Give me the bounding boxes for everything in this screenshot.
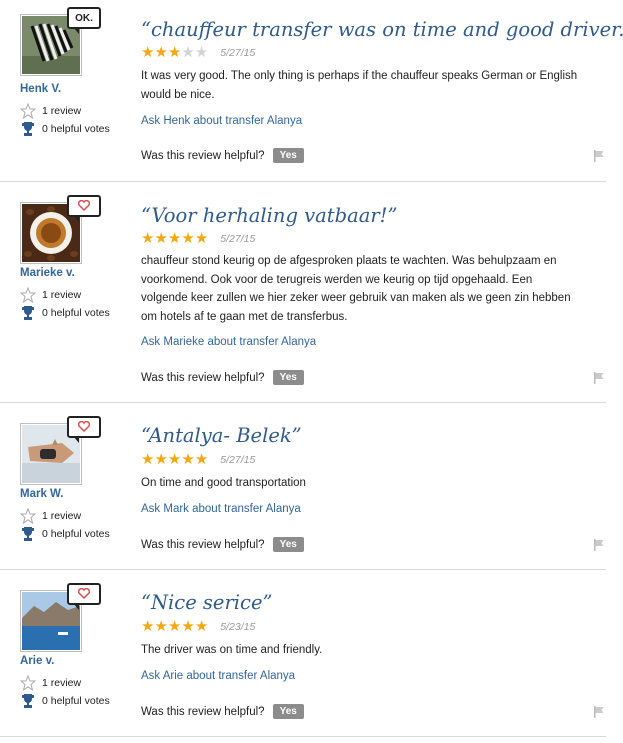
yes-button[interactable]: Yes — [272, 370, 304, 385]
review-text: chauffeur stond keurig op de afgesproken… — [141, 255, 571, 323]
helpful-votes: 0 helpful votes — [20, 526, 110, 542]
heart-icon — [77, 420, 91, 433]
review-text: The driver was on time and friendly. — [141, 644, 323, 656]
ask-link[interactable]: Ask Arie about transfer Alanya — [141, 670, 295, 682]
review-date: 5/27/15 — [220, 232, 256, 245]
avatar[interactable] — [20, 416, 101, 485]
review-title[interactable]: “chauffeur transfer was on time and good… — [141, 18, 623, 41]
heart-badge — [67, 416, 101, 443]
ask-link[interactable]: Ask Mark about transfer Alanya — [141, 503, 301, 515]
review-count: 1 review — [19, 102, 81, 120]
ask-link[interactable]: Ask Marieke about transfer Alanya — [141, 336, 316, 348]
review-title[interactable]: “Antalya- Belek” — [141, 424, 302, 447]
flag-icon[interactable] — [593, 706, 605, 718]
username[interactable]: Mark W. — [20, 488, 63, 500]
heart-icon — [77, 587, 91, 600]
star-outline-icon — [19, 507, 37, 525]
avatar[interactable] — [20, 583, 101, 652]
trophy-icon — [20, 526, 36, 542]
username[interactable]: Henk V. — [20, 83, 61, 95]
username[interactable]: Marieke v. — [20, 267, 75, 279]
helpful-row: Was this review helpful? Yes — [141, 148, 304, 163]
yes-button[interactable]: Yes — [272, 537, 304, 552]
helpful-row: Was this review helpful? Yes — [141, 370, 304, 385]
username[interactable]: Arie v. — [20, 655, 54, 667]
rating: ★ ★ ★ ★ ★ 5/27/15 — [141, 45, 255, 60]
review-card: Marieke v. 1 review 0 helpful votes “Voo… — [0, 182, 606, 403]
review-count: 1 review — [19, 507, 81, 525]
trophy-icon — [20, 693, 36, 709]
review-text: It was very good. The only thing is perh… — [141, 70, 578, 101]
heart-icon — [77, 199, 91, 212]
flag-icon[interactable] — [593, 150, 605, 162]
star-outline-icon — [19, 102, 37, 120]
helpful-row: Was this review helpful? Yes — [141, 537, 304, 552]
yes-button[interactable]: Yes — [272, 148, 304, 163]
star-rating: ★ ★ ★ ★ ★ — [141, 230, 209, 247]
star-outline-icon — [19, 286, 37, 304]
helpful-votes: 0 helpful votes — [20, 693, 110, 709]
flag-icon[interactable] — [593, 372, 605, 384]
review-date: 5/27/15 — [220, 46, 256, 59]
review-count: 1 review — [19, 674, 81, 692]
flag-icon[interactable] — [593, 539, 605, 551]
helpful-votes: 0 helpful votes — [20, 305, 110, 321]
star-outline-icon — [19, 674, 37, 692]
avatar[interactable]: OK. — [20, 7, 101, 76]
review-title[interactable]: “Nice serice” — [141, 591, 272, 614]
yes-button[interactable]: Yes — [272, 704, 304, 719]
star-rating: ★ ★ ★ ★ ★ — [141, 44, 209, 61]
trophy-icon — [20, 121, 36, 137]
ok-badge: OK. — [67, 7, 101, 34]
review-date: 5/23/15 — [220, 620, 256, 633]
heart-badge — [67, 583, 101, 610]
avatar[interactable] — [20, 195, 101, 264]
rating: ★ ★ ★ ★ ★ 5/27/15 — [141, 452, 255, 467]
trophy-icon — [20, 305, 36, 321]
ask-link[interactable]: Ask Henk about transfer Alanya — [141, 115, 302, 127]
review-date: 5/27/15 — [220, 453, 256, 466]
review-card: Mark W. 1 review 0 helpful votes “Antaly… — [0, 403, 606, 570]
review-card: Arie v. 1 review 0 helpful votes “Nice s… — [0, 570, 606, 737]
review-text: On time and good transportation — [141, 477, 306, 489]
rating: ★ ★ ★ ★ ★ 5/27/15 — [141, 231, 255, 246]
review-card: OK. Henk V. 1 review 0 helpful votes “ch… — [0, 0, 623, 182]
star-rating: ★ ★ ★ ★ ★ — [141, 451, 209, 468]
rating: ★ ★ ★ ★ ★ 5/23/15 — [141, 619, 255, 634]
review-title[interactable]: “Voor herhaling vatbaar!” — [141, 204, 397, 227]
helpful-row: Was this review helpful? Yes — [141, 704, 304, 719]
review-count: 1 review — [19, 286, 81, 304]
helpful-votes: 0 helpful votes — [20, 121, 110, 137]
heart-badge — [67, 195, 101, 222]
star-rating: ★ ★ ★ ★ ★ — [141, 618, 209, 635]
